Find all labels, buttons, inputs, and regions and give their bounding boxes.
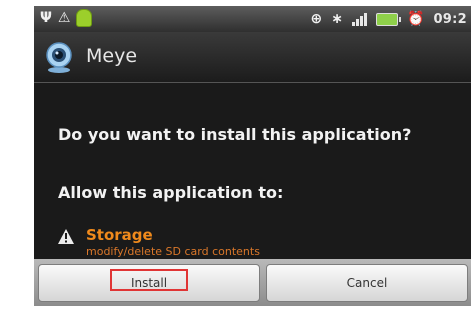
permission-description: modify/delete SD card contents (86, 245, 260, 258)
status-bar-right: ⊕ ∗ ⏰ 09:2 (311, 10, 467, 28)
install-question: Do you want to install this application? (58, 125, 412, 144)
status-bar-left: Ψ ⚠ (40, 9, 93, 27)
bluetooth-icon: ∗ (331, 11, 344, 27)
alarm-icon: ⏰ (407, 11, 425, 27)
signal-icon (352, 12, 368, 26)
status-time: 09:2 (433, 11, 467, 27)
cancel-button-label: Cancel (346, 276, 388, 290)
gps-icon: ⊕ (310, 11, 323, 27)
webcam-icon (46, 42, 72, 73)
install-button-label: Install (130, 276, 168, 290)
button-bar: Install Cancel (34, 259, 471, 306)
allow-heading: Allow this application to: (58, 183, 284, 202)
warning-triangle-icon (58, 229, 74, 244)
android-icon (76, 9, 93, 27)
install-dialog-content: Do you want to install this application?… (34, 83, 471, 259)
status-bar: Ψ ⚠ ⊕ ∗ ⏰ 09:2 (34, 6, 471, 32)
install-button[interactable]: Install (38, 264, 260, 302)
app-title: Meye (86, 45, 138, 67)
title-bar: Meye (34, 32, 471, 83)
phone-screen: Ψ ⚠ ⊕ ∗ ⏰ 09:2 Meye Do you want to insta… (34, 6, 471, 306)
cancel-button[interactable]: Cancel (266, 264, 468, 302)
warning-icon: ⚠ (57, 10, 71, 26)
usb-icon: Ψ (40, 10, 52, 26)
battery-icon (376, 12, 402, 26)
permission-title[interactable]: Storage (86, 226, 153, 244)
